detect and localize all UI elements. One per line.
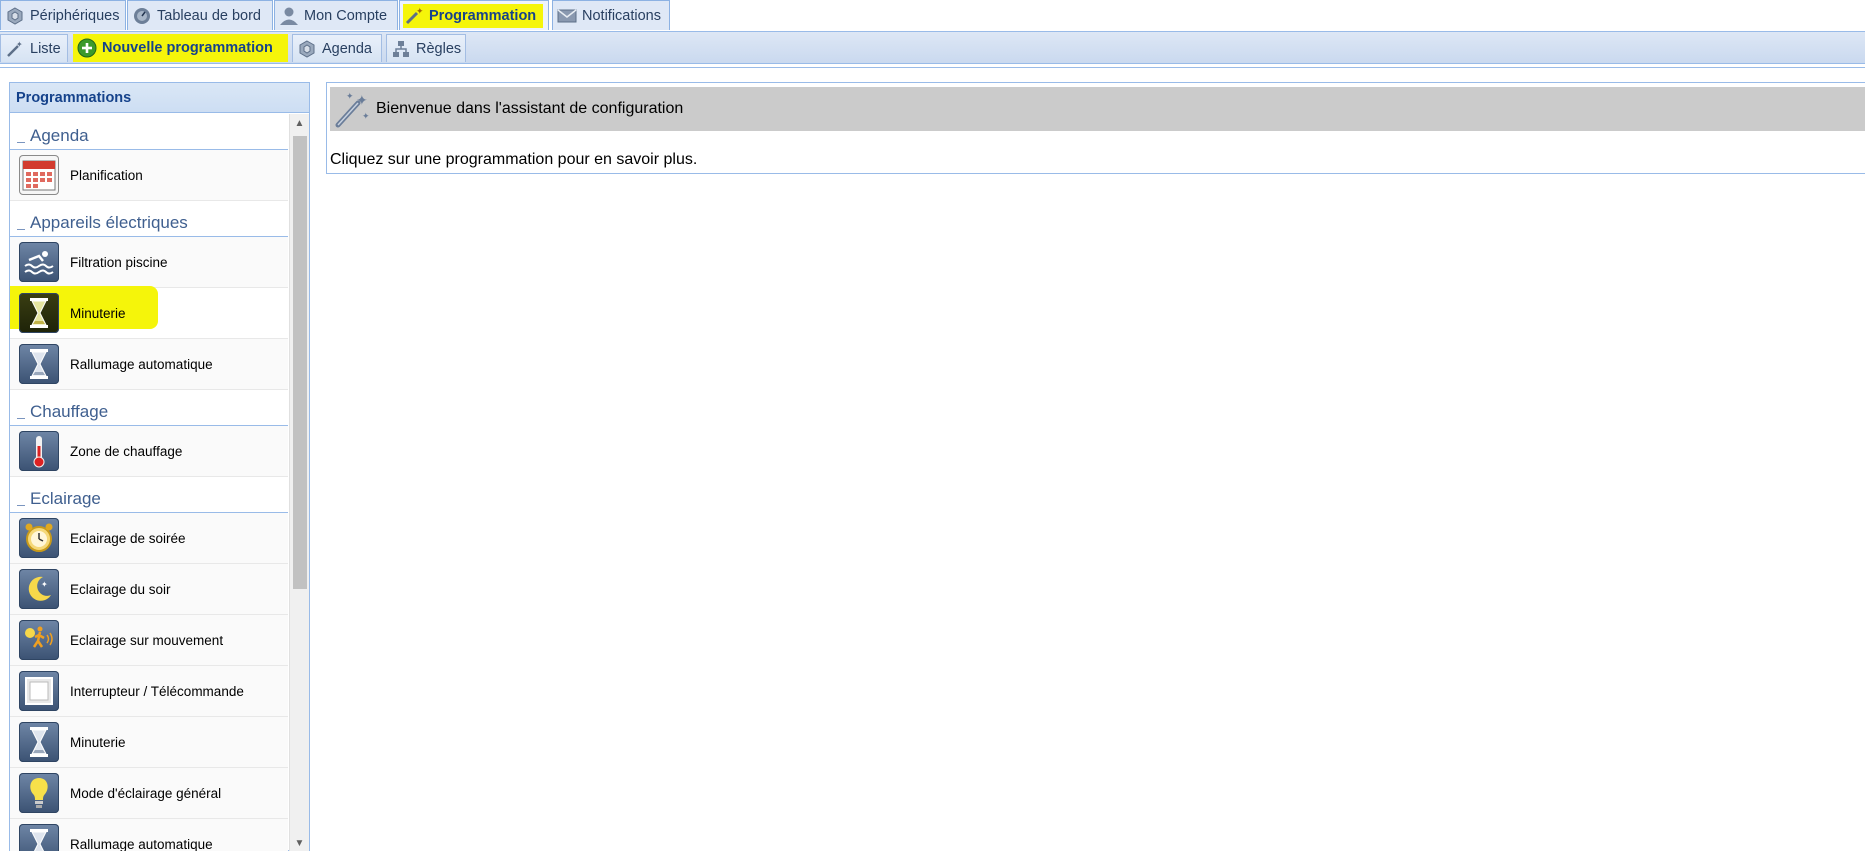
list-item-rallumage-automatique-eclairage[interactable]: Rallumage automatique bbox=[10, 819, 288, 851]
plus-circle-icon bbox=[77, 38, 97, 58]
list-item-minuterie-eclairage[interactable]: Minuterie bbox=[10, 717, 288, 768]
item-label: Interrupteur / Télécommande bbox=[70, 683, 244, 699]
scrollbar[interactable]: ▲ ▼ bbox=[289, 114, 309, 851]
list-item-interrupteur-telecommande[interactable]: Interrupteur / Télécommande bbox=[10, 666, 288, 717]
group-title-label: Eclairage bbox=[30, 489, 101, 508]
tab-label: Programmation bbox=[429, 7, 537, 24]
collapse-icon[interactable] bbox=[17, 505, 25, 506]
tab-notifications[interactable]: Notifications bbox=[552, 0, 670, 30]
tab-peripheriques[interactable]: Périphériques bbox=[0, 0, 126, 30]
svg-text:✦: ✦ bbox=[41, 580, 48, 589]
magic-wand-icon: ✦ bbox=[404, 6, 424, 26]
list-item-planification[interactable]: Planification bbox=[10, 150, 288, 201]
assistant-title: Bienvenue dans l'assistant de configurat… bbox=[376, 100, 684, 117]
thermometer-icon bbox=[19, 431, 59, 471]
group-title-label: Agenda bbox=[30, 126, 89, 145]
group-agenda[interactable]: Agenda bbox=[10, 114, 288, 150]
subtab-label: Agenda bbox=[322, 40, 372, 57]
tab-tableau-de-bord[interactable]: Tableau de bord bbox=[127, 0, 273, 30]
tab-label: Notifications bbox=[582, 7, 661, 24]
group-eclairage[interactable]: Eclairage bbox=[10, 477, 288, 513]
collapse-icon[interactable] bbox=[17, 229, 25, 230]
calendar-icon bbox=[19, 155, 59, 195]
svg-text:✦: ✦ bbox=[346, 92, 354, 102]
group-title-label: Chauffage bbox=[30, 402, 109, 421]
item-label: Rallumage automatique bbox=[70, 356, 213, 372]
scrollbar-thumb[interactable] bbox=[293, 136, 307, 589]
top-tab-bar: Périphériques Tableau de bord Mon Compte… bbox=[0, 0, 1865, 32]
list-item-zone-de-chauffage[interactable]: Zone de chauffage bbox=[10, 426, 288, 477]
assistant-instructions: Cliquez sur une programmation pour en sa… bbox=[330, 151, 698, 168]
gear-cube-icon bbox=[297, 39, 317, 59]
swimming-icon bbox=[19, 242, 59, 282]
moon-icon: ✦ bbox=[19, 569, 59, 609]
list-item-minuterie[interactable]: Minuterie bbox=[10, 286, 288, 339]
item-label: Zone de chauffage bbox=[70, 443, 183, 459]
toolbar-divider bbox=[0, 64, 1865, 68]
assistant-panel: ✦ ✦ ✦ Bienvenue dans l'assistant de config… bbox=[326, 82, 1865, 174]
user-icon bbox=[279, 6, 299, 26]
panel-title: Programmations bbox=[10, 83, 309, 113]
list-item-eclairage-du-soir[interactable]: ✦ Eclairage du soir bbox=[10, 564, 288, 615]
list-item-rallumage-automatique[interactable]: Rallumage automatique bbox=[10, 339, 288, 390]
collapse-icon[interactable] bbox=[17, 418, 25, 419]
subtab-agenda[interactable]: Agenda bbox=[292, 34, 382, 62]
subtab-label: Nouvelle programmation bbox=[102, 40, 273, 56]
tab-label: Périphériques bbox=[30, 7, 120, 24]
item-label: Eclairage de soirée bbox=[70, 530, 186, 546]
tab-label: Tableau de bord bbox=[157, 7, 261, 24]
collapse-icon[interactable] bbox=[17, 142, 25, 143]
subtab-label: Liste bbox=[30, 40, 61, 57]
group-appareils-electriques[interactable]: Appareils électriques bbox=[10, 201, 288, 237]
list-item-filtration-piscine[interactable]: Filtration piscine bbox=[10, 237, 288, 288]
sub-tab-bar: ✦ Liste Nouvelle programmation Agenda Rè… bbox=[0, 32, 1865, 64]
switch-icon bbox=[19, 671, 59, 711]
svg-text:✦: ✦ bbox=[416, 7, 424, 17]
subtab-regles[interactable]: Règles bbox=[386, 34, 466, 62]
subtab-label: Règles bbox=[416, 40, 462, 57]
hourglass-icon bbox=[19, 722, 59, 762]
list-item-eclairage-de-soiree[interactable]: Eclairage de soirée bbox=[10, 513, 288, 564]
subtab-nouvelle-programmation[interactable]: Nouvelle programmation bbox=[73, 34, 290, 62]
hourglass-icon bbox=[19, 344, 59, 384]
gear-cube-icon bbox=[5, 6, 25, 26]
list-item-eclairage-sur-mouvement[interactable]: Eclairage sur mouvement bbox=[10, 615, 288, 666]
hierarchy-icon bbox=[391, 39, 411, 59]
hourglass-icon bbox=[19, 824, 59, 851]
programmations-panel: Programmations Agenda Planification Appa… bbox=[9, 82, 310, 851]
programmations-list: Agenda Planification Appareils électriqu… bbox=[10, 114, 288, 851]
tab-label: Mon Compte bbox=[304, 7, 388, 24]
light-bulb-icon bbox=[19, 773, 59, 813]
item-label: Eclairage sur mouvement bbox=[70, 632, 224, 648]
tab-mon-compte[interactable]: Mon Compte bbox=[274, 0, 398, 30]
motion-sensor-icon bbox=[19, 620, 59, 660]
scroll-up-arrow-icon[interactable]: ▲ bbox=[290, 114, 309, 132]
tab-programmation[interactable]: ✦ Programmation bbox=[399, 0, 549, 30]
item-label: Mode d'éclairage général bbox=[70, 785, 222, 801]
alarm-clock-icon bbox=[19, 518, 59, 558]
item-label: Filtration piscine bbox=[70, 254, 168, 270]
envelope-icon bbox=[557, 6, 577, 26]
svg-text:✦: ✦ bbox=[362, 112, 370, 122]
magic-wand-icon: ✦ ✦ ✦ bbox=[330, 87, 374, 131]
scroll-down-arrow-icon[interactable]: ▼ bbox=[290, 834, 309, 851]
subtab-liste[interactable]: ✦ Liste bbox=[0, 34, 68, 62]
assistant-header: ✦ ✦ ✦ Bienvenue dans l'assistant de config… bbox=[330, 87, 1865, 131]
svg-text:✦: ✦ bbox=[356, 93, 368, 109]
hourglass-icon bbox=[19, 293, 59, 333]
item-label: Planification bbox=[70, 167, 143, 183]
group-chauffage[interactable]: Chauffage bbox=[10, 390, 288, 426]
item-label: Minuterie bbox=[70, 305, 126, 321]
item-label: Minuterie bbox=[70, 734, 126, 750]
group-title-label: Appareils électriques bbox=[30, 213, 188, 232]
item-label: Eclairage du soir bbox=[70, 581, 171, 597]
list-item-mode-eclairage-general[interactable]: Mode d'éclairage général bbox=[10, 768, 288, 819]
magic-wand-icon: ✦ bbox=[5, 39, 25, 59]
gauge-icon bbox=[132, 6, 152, 26]
item-label: Rallumage automatique bbox=[70, 836, 213, 851]
svg-text:✦: ✦ bbox=[16, 40, 23, 49]
